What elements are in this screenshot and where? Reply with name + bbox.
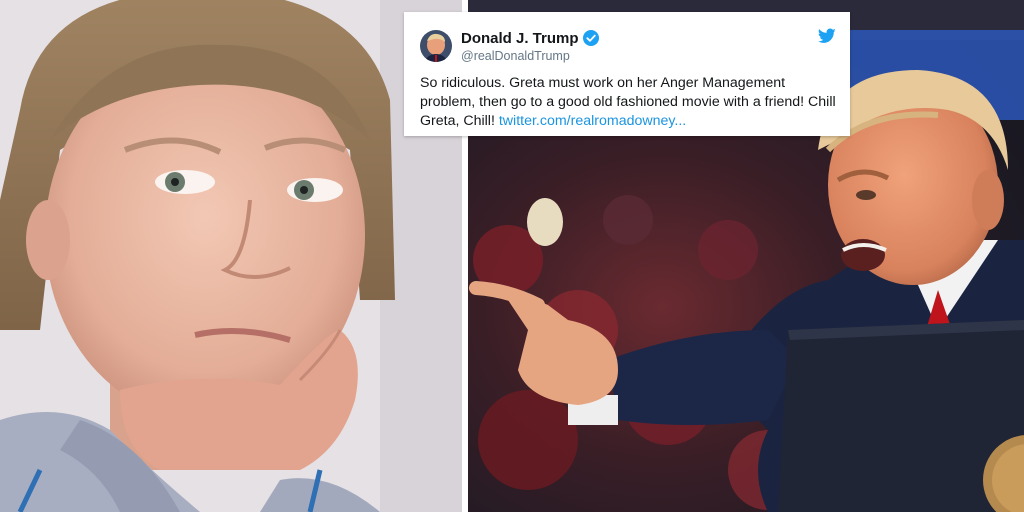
tweet-body: So ridiculous. Greta must work on her An… (420, 74, 836, 131)
tweet-link[interactable]: twitter.com/realromadowney... (499, 113, 686, 129)
composite-image: Donald J. Trump @realDonaldTrump So ridi… (0, 0, 1024, 512)
left-portrait-photo (0, 0, 462, 512)
left-portrait-illustration (0, 0, 462, 512)
verified-badge-icon (582, 30, 599, 46)
avatar-image (420, 30, 452, 62)
name-row: Donald J. Trump (461, 30, 599, 47)
profile-avatar[interactable] (420, 30, 452, 62)
name-block: Donald J. Trump @realDonaldTrump (461, 30, 599, 63)
tweet-card: Donald J. Trump @realDonaldTrump So ridi… (404, 12, 850, 136)
user-handle[interactable]: @realDonaldTrump (461, 49, 599, 63)
display-name[interactable]: Donald J. Trump (461, 30, 579, 47)
twitter-bird-icon[interactable] (818, 28, 836, 44)
tweet-header: Donald J. Trump @realDonaldTrump (420, 26, 836, 66)
